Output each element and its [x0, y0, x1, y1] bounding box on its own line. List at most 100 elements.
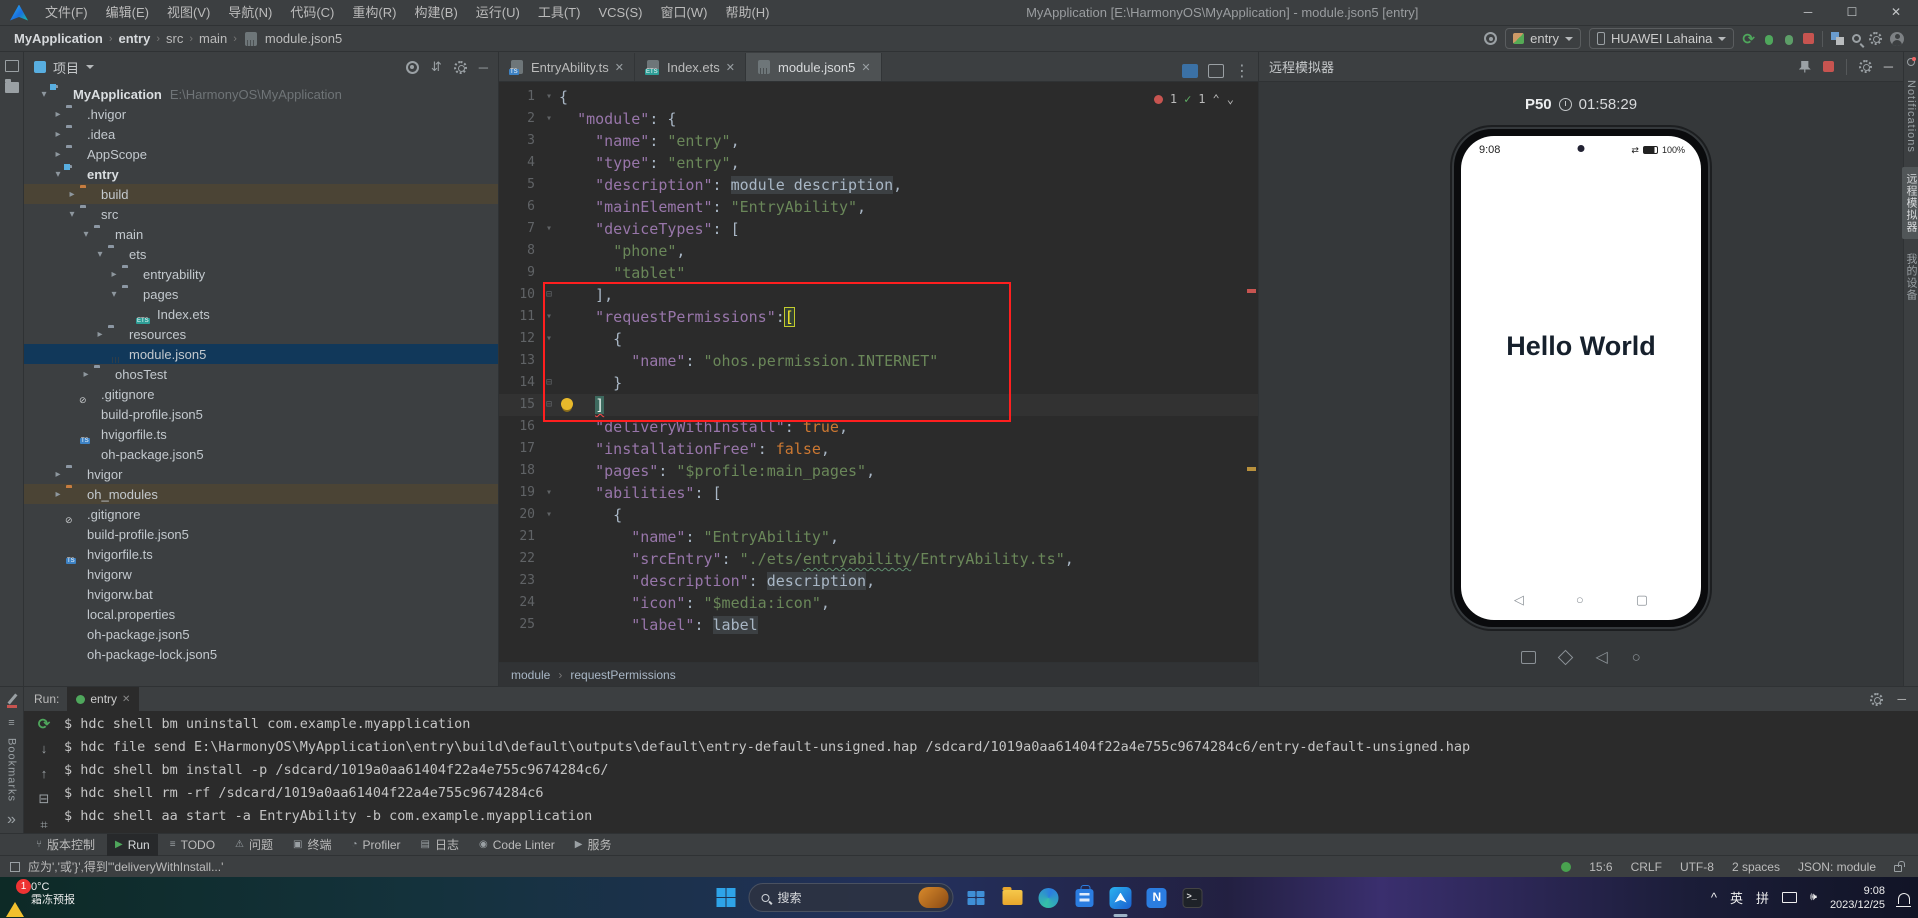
code-line-9[interactable]: 9 "tablet" — [499, 262, 1258, 284]
emulator-settings-icon[interactable] — [1858, 60, 1872, 73]
tree-row-oh-package.json5[interactable]: oh-package.json5 — [24, 624, 498, 644]
wrench-icon[interactable] — [6, 693, 18, 696]
code-line-3[interactable]: 3 "name": "entry", — [499, 130, 1258, 152]
close-tab-icon[interactable]: ✕ — [615, 61, 624, 74]
split-editor-icon[interactable] — [1208, 64, 1224, 78]
locate-icon[interactable] — [1484, 32, 1498, 45]
breadcrumb-module.json5[interactable]: module.json5 — [265, 31, 342, 46]
volume-icon[interactable]: 🕪 — [1810, 891, 1817, 904]
tree-expand-icon[interactable]: ▸ — [50, 129, 66, 140]
taskbar-search[interactable]: 搜索 — [748, 883, 954, 912]
close-icon[interactable]: ✕ — [122, 694, 130, 705]
status-message[interactable]: 应为','或'}',得到'"deliveryWithInstall...' — [28, 858, 223, 875]
scroll-up-icon[interactable]: ↑ — [41, 766, 48, 781]
hide-panel-icon[interactable]: ─ — [479, 60, 488, 75]
code-line-4[interactable]: 4 "type": "entry", — [499, 152, 1258, 174]
code-line-13[interactable]: 13 "name": "ohos.permission.INTERNET" — [499, 350, 1258, 372]
code-line-22[interactable]: 22 "srcEntry": "./ets/entryability/Entry… — [499, 548, 1258, 570]
menu-代码[interactable]: 代码(C) — [281, 0, 343, 25]
account-avatar[interactable] — [1890, 31, 1904, 46]
deveco-studio-button[interactable] — [1108, 885, 1134, 917]
code-line-10[interactable]: 10 ⊟ ], — [499, 284, 1258, 306]
fold-marker-icon[interactable]: ▾ — [539, 218, 559, 240]
tree-row-.gitignore[interactable]: .gitignore — [24, 384, 498, 404]
fold-marker-icon[interactable]: ▾ — [539, 86, 559, 108]
tree-row-hvigorw.bat[interactable]: hvigorw.bat — [24, 584, 498, 604]
tab-Index.ets[interactable]: Index.ets ✕ — [635, 53, 746, 81]
code-editor-button[interactable] — [1144, 885, 1170, 911]
tree-expand-icon[interactable]: ▾ — [50, 169, 66, 180]
maximize-button[interactable]: ☐ — [1830, 0, 1874, 25]
file-explorer-button[interactable] — [1000, 885, 1026, 911]
breadcrumb-entry[interactable]: entry — [119, 31, 151, 46]
menu-构建[interactable]: 构建(B) — [405, 0, 466, 25]
toolwindow-日志[interactable]: ▤ 日志 — [413, 834, 467, 856]
quickfix-bulb-icon[interactable] — [561, 398, 573, 410]
menu-文件[interactable]: 文件(F) — [36, 0, 97, 25]
code-line-15[interactable]: 15 ⊟ ] — [499, 394, 1258, 416]
tree-row-src[interactable]: ▾ src — [24, 204, 498, 224]
start-button[interactable] — [713, 885, 739, 911]
hide-run-panel-icon[interactable]: ─ — [1897, 692, 1906, 706]
tree-row-.hvigor[interactable]: ▸ .hvigor — [24, 104, 498, 124]
code-line-1[interactable]: 1 ▾{ — [499, 86, 1258, 108]
tree-row-MyApplication[interactable]: ▾ MyApplication E:\HarmonyOS\MyApplication — [24, 84, 498, 104]
tree-expand-icon[interactable]: ▸ — [50, 109, 66, 120]
code-line-16[interactable]: 16 "deliveryWithInstall": true, — [499, 416, 1258, 438]
tree-row-.gitignore[interactable]: .gitignore — [24, 504, 498, 524]
code-line-18[interactable]: 18 "pages": "$profile:main_pages", — [499, 460, 1258, 482]
tab-module.json5[interactable]: module.json5 ✕ — [745, 53, 882, 81]
debug-icon[interactable] — [1763, 32, 1775, 46]
close-tab-icon[interactable]: ✕ — [726, 61, 735, 74]
more-options-icon[interactable]: ⋮ — [1234, 61, 1250, 81]
inspections-widget[interactable]: 1 ✓ 1 ⌃ ⌄ — [1153, 88, 1234, 110]
terminal-button[interactable] — [1180, 885, 1206, 911]
tree-row-module.json5[interactable]: module.json5 — [24, 344, 498, 364]
menu-导航[interactable]: 导航(N) — [219, 0, 281, 25]
notifications-bell-icon[interactable] — [1907, 57, 1916, 66]
fold-marker-icon[interactable]: ▾ — [539, 306, 559, 328]
fold-marker-icon[interactable]: ⊟ — [539, 394, 573, 416]
bookmark-icon[interactable] — [6, 705, 17, 708]
code-line-6[interactable]: 6 "mainElement": "EntryAbility", — [499, 196, 1258, 218]
project-tool-icon[interactable] — [4, 60, 19, 72]
menu-运行[interactable]: 运行(U) — [467, 0, 529, 25]
run-tab-entry[interactable]: entry ✕ — [67, 687, 140, 711]
code-line-19[interactable]: 19 ▾ "abilities": [ — [499, 482, 1258, 504]
menu-帮助[interactable]: 帮助(H) — [716, 0, 778, 25]
tree-row-hvigor[interactable]: ▸ hvigor — [24, 464, 498, 484]
lock-icon[interactable] — [1894, 861, 1905, 872]
breadcrumb-MyApplication[interactable]: MyApplication — [14, 31, 103, 46]
tree-expand-icon[interactable]: ▸ — [92, 329, 108, 340]
line-separator[interactable]: CRLF — [1631, 860, 1662, 874]
tree-expand-icon[interactable]: ▸ — [50, 469, 66, 480]
tree-row-AppScope[interactable]: ▸ AppScope — [24, 144, 498, 164]
menu-视图[interactable]: 视图(V) — [158, 0, 219, 25]
tree-expand-icon[interactable]: ▾ — [106, 289, 122, 300]
tab-EntryAbility.ts[interactable]: EntryAbility.ts ✕ — [499, 53, 635, 81]
code-line-5[interactable]: 5 "description": module description, — [499, 174, 1258, 196]
code-line-2[interactable]: 2 ▾ "module": { — [499, 108, 1258, 130]
nav-recents-icon[interactable]: ▢ — [1636, 592, 1648, 608]
tree-row-ets[interactable]: ▾ ets — [24, 244, 498, 264]
weather-widget[interactable]: 1 0°C 霜冻预报 — [6, 879, 75, 917]
tree-expand-icon[interactable]: ▾ — [78, 229, 94, 240]
scroll-down-icon[interactable]: ↓ — [41, 741, 48, 756]
fold-marker-icon[interactable]: ⊟ — [539, 284, 559, 306]
breadcrumb-module[interactable]: module — [511, 668, 550, 682]
ime-lang-en[interactable]: 英 — [1730, 888, 1743, 907]
project-header-title[interactable]: 项目 — [53, 58, 79, 77]
run-icon[interactable]: ⟳ — [1742, 30, 1755, 48]
display-cast-icon[interactable] — [1782, 892, 1797, 903]
rotate-icon[interactable] — [1558, 649, 1574, 665]
toolwindow-Run[interactable]: ▶ Run — [107, 833, 158, 856]
phone-screen[interactable]: 9:08 ⇄ 100% Hello World ◁ ○ ▢ — [1461, 136, 1701, 620]
expand-strip-icon[interactable]: » — [7, 811, 16, 829]
code-line-20[interactable]: 20 ▾ { — [499, 504, 1258, 526]
ime-lang-pinyin[interactable]: 拼 — [1756, 888, 1769, 907]
notification-center-icon[interactable] — [1896, 893, 1911, 907]
toolwindow-Profiler[interactable]: ◔ Profiler — [343, 834, 408, 856]
collapse-output-icon[interactable]: ⊟ — [39, 791, 50, 807]
pin-icon[interactable] — [1798, 60, 1811, 73]
code-line-12[interactable]: 12 ▾ { — [499, 328, 1258, 350]
